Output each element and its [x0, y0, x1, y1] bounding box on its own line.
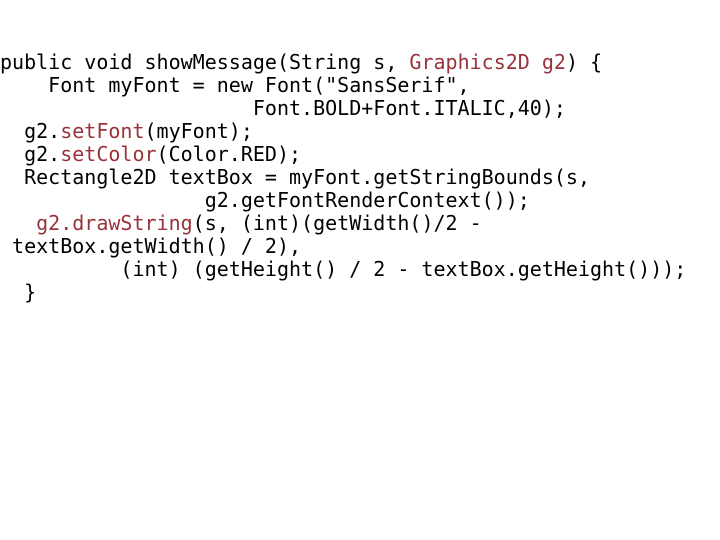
code-token-api: setFont [60, 119, 145, 143]
code-line: public void showMessage(String s, Graphi… [0, 51, 720, 74]
slide-canvas: public void showMessage(String s, Graphi… [0, 0, 720, 540]
code-token-plain: public void showMessage(String s, [0, 50, 410, 74]
code-block: public void showMessage(String s, Graphi… [0, 51, 720, 304]
code-token-plain: g2. [0, 142, 61, 166]
code-token-plain: (myFont); [144, 119, 253, 143]
code-token-api: setColor [60, 142, 157, 166]
code-token-plain: (Color.RED); [156, 142, 302, 166]
code-token-plain: ) { [565, 50, 603, 74]
code-token-plain: g2. [0, 119, 61, 143]
code-line: g2.getFontRenderContext()); [0, 189, 720, 212]
code-token-plain: Rectangle2D textBox = myFont.getStringBo… [0, 165, 591, 189]
code-line: Rectangle2D textBox = myFont.getStringBo… [0, 166, 720, 189]
code-token-plain: g2.getFontRenderContext()); [0, 188, 530, 212]
code-line: } [0, 281, 720, 304]
code-token-api: Graphics2D g2 [409, 50, 566, 74]
code-token-plain: Font myFont = new Font("SansSerif", [0, 73, 470, 97]
code-token-plain: (int) (getHeight() / 2 - textBox.getHeig… [0, 257, 687, 281]
code-token-plain: textBox.getWidth() / 2), [0, 234, 302, 258]
code-line: Font.BOLD+Font.ITALIC,40); [0, 97, 720, 120]
code-token-plain: } [0, 280, 37, 304]
code-line: Font myFont = new Font("SansSerif", [0, 74, 720, 97]
code-token-plain: (s, (int)(getWidth()/2 - [192, 211, 482, 235]
code-line: g2.drawString(s, (int)(getWidth()/2 - [0, 212, 720, 235]
code-line: g2.setColor(Color.RED); [0, 143, 720, 166]
code-line: g2.setFont(myFont); [0, 120, 720, 143]
code-line: textBox.getWidth() / 2), [0, 235, 720, 258]
code-token-api: g2.drawString [36, 211, 193, 235]
code-token-plain: Font.BOLD+Font.ITALIC,40); [0, 96, 566, 120]
code-line: (int) (getHeight() / 2 - textBox.getHeig… [0, 258, 720, 281]
